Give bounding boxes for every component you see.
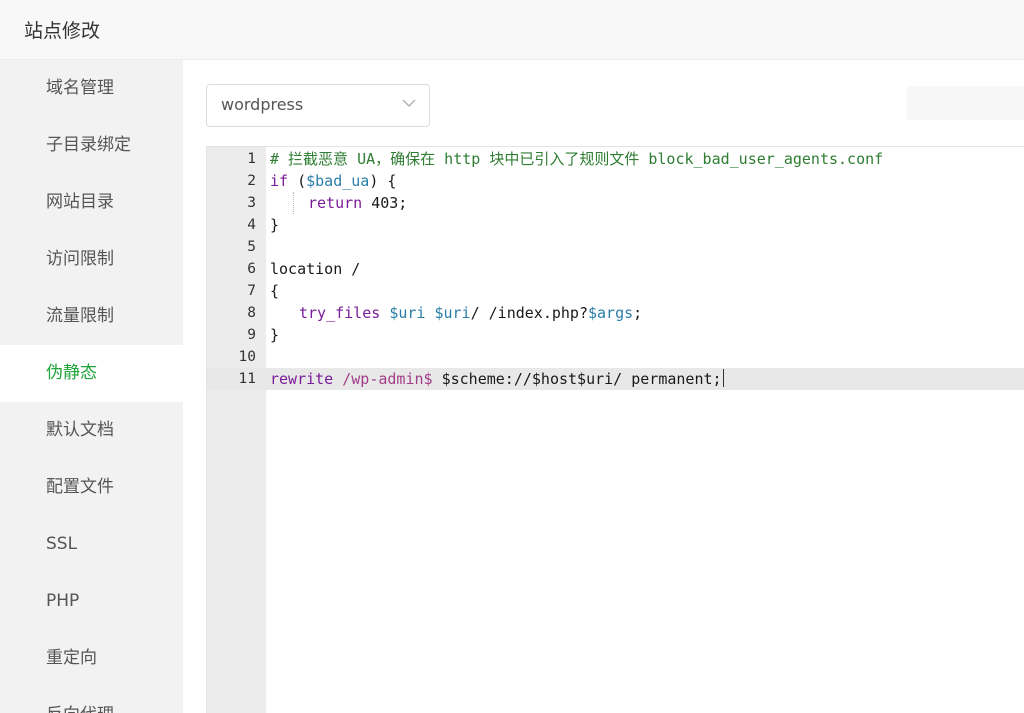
sidebar-item-default-document[interactable]: 默认文档 (0, 402, 183, 459)
code-variable: $uri (434, 304, 471, 322)
line-number: 4 (247, 217, 256, 233)
code-text: } (270, 216, 280, 234)
line-number: 9 (247, 327, 256, 343)
code-text: 403; (362, 194, 408, 212)
code-line: 8 try_files $uri $uri/ /index.php?$args; (207, 302, 1024, 324)
code-line: 4 } (207, 214, 1024, 236)
sidebar-item-ssl[interactable]: SSL (0, 516, 183, 573)
code-line: 1 # 拦截恶意 UA，确保在 http 块中已引入了规则文件 block_ba… (207, 148, 1024, 170)
code-text: ) { (369, 172, 397, 190)
code-text: $scheme://$host$uri/ permanent; (432, 370, 722, 388)
chevron-down-icon (402, 99, 416, 108)
main-panel: wordpress 1 # 拦截恶意 UA，确保在 http 块中已引入了规则文… (183, 60, 1024, 713)
code-keyword: return (308, 194, 363, 212)
line-number: 3 (247, 195, 256, 211)
sidebar-item-pseudo-static[interactable]: 伪静态 (0, 345, 183, 402)
code-variable: $args (588, 304, 634, 322)
code-keyword: rewrite (270, 370, 334, 388)
text-cursor (722, 369, 724, 387)
code-variable: $bad_ua (306, 172, 370, 190)
code-line-active: 11 rewrite /wp-admin$ $scheme://$host$ur… (207, 368, 1024, 390)
sidebar-item-subdirectory-binding[interactable]: 子目录绑定 (0, 117, 183, 174)
indent-guide (293, 192, 295, 214)
dialog-title: 站点修改 (24, 20, 101, 42)
code-text: ; (633, 304, 643, 322)
code-line: 9 } (207, 324, 1024, 346)
code-variable: $uri (389, 304, 426, 322)
code-editor[interactable]: 1 # 拦截恶意 UA，确保在 http 块中已引入了规则文件 block_ba… (206, 146, 1024, 713)
code-line: 5 (207, 236, 1024, 258)
toolbar-placeholder (907, 86, 1024, 120)
sidebar-item-php[interactable]: PHP (0, 573, 183, 630)
sidebar-item-domain-management[interactable]: 域名管理 (0, 60, 183, 117)
sidebar-item-site-directory[interactable]: 网站目录 (0, 174, 183, 231)
line-number: 5 (247, 239, 256, 255)
line-number: 8 (247, 305, 256, 321)
code-text: / /index.php? (470, 304, 588, 322)
sidebar-item-config-file[interactable]: 配置文件 (0, 459, 183, 516)
code-keyword: if (270, 172, 289, 190)
line-number: 10 (238, 349, 256, 365)
code-text: { (270, 282, 280, 300)
code-line: 3 return 403; (207, 192, 1024, 214)
select-value: wordpress (221, 95, 304, 114)
code-keyword: try_files (299, 304, 381, 322)
code-line: 6 location / (207, 258, 1024, 280)
line-number: 1 (247, 151, 256, 167)
code-line: 2 if ($bad_ua) { (207, 170, 1024, 192)
line-number: 6 (247, 261, 256, 277)
sidebar-item-reverse-proxy[interactable]: 反向代理 (0, 687, 183, 713)
code-text: location / (270, 260, 361, 278)
line-number: 2 (247, 173, 256, 189)
sidebar-item-access-restriction[interactable]: 访问限制 (0, 231, 183, 288)
code-line: 10 (207, 346, 1024, 368)
sidebar-item-redirect[interactable]: 重定向 (0, 630, 183, 687)
sidebar: 域名管理 子目录绑定 网站目录 访问限制 流量限制 伪静态 默认文档 配置文件 … (0, 60, 183, 713)
code-line: 7 { (207, 280, 1024, 302)
dialog-header: 站点修改 (0, 0, 1024, 60)
line-number: 7 (247, 283, 256, 299)
line-number: 11 (238, 371, 256, 387)
rewrite-template-select[interactable]: wordpress (206, 84, 430, 127)
code-text: ( (288, 172, 307, 190)
code-comment: # 拦截恶意 UA，确保在 http 块中已引入了规则文件 block_bad_… (270, 150, 884, 168)
code-string: /wp-admin$ (342, 370, 433, 388)
code-text: } (270, 326, 280, 344)
sidebar-item-traffic-limit[interactable]: 流量限制 (0, 288, 183, 345)
